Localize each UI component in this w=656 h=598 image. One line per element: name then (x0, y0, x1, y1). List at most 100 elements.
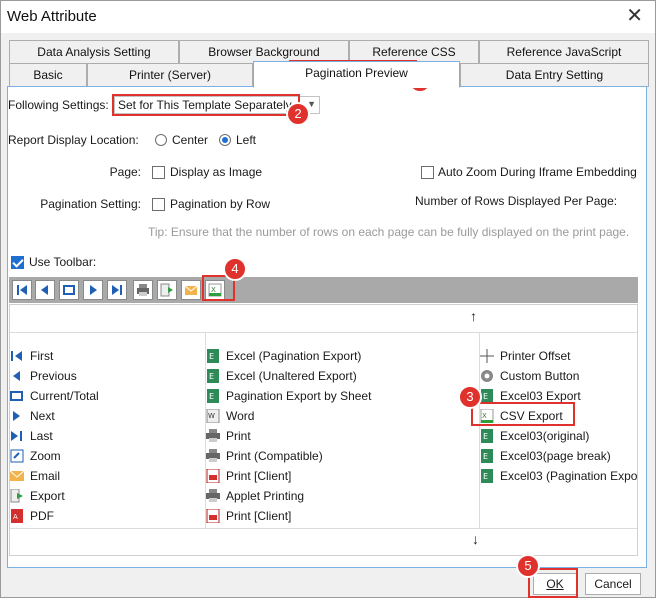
list-item-next[interactable]: Next (10, 406, 198, 426)
display-as-image-label: Display as Image (170, 165, 263, 179)
list-item-word[interactable]: W Word (206, 406, 476, 426)
tab-data-entry-setting[interactable]: Data Entry Setting (460, 63, 649, 87)
list-item-label: Custom Button (500, 369, 580, 383)
list-item-excel03-page-break[interactable]: E Excel03(page break) (480, 446, 638, 466)
left-label: Left (236, 133, 257, 147)
excel-icon: E (207, 369, 219, 383)
list-item-print[interactable]: Print (206, 426, 476, 446)
export-icon (10, 489, 23, 503)
list-item-label: Print (226, 429, 251, 443)
list-item-label: Excel03(original) (500, 429, 590, 443)
list-item-print-client-2[interactable]: Print [Client] (206, 506, 476, 526)
svg-text:E: E (209, 372, 214, 381)
list-item-label: First (30, 349, 54, 363)
rows-per-page-label: Number of Rows Displayed Per Page: (415, 194, 618, 208)
cancel-button[interactable]: Cancel (585, 573, 641, 595)
callout-box-2 (112, 94, 300, 116)
tab-basic[interactable]: Basic (9, 63, 87, 87)
excel-icon: E (481, 429, 493, 443)
list-item-pdf[interactable]: A PDF (10, 506, 198, 526)
use-toolbar-checkbox[interactable] (11, 256, 24, 269)
auto-zoom-label: Auto Zoom During Iframe Embedding (438, 165, 637, 179)
tab-printer-server[interactable]: Printer (Server) (87, 63, 253, 87)
pagination-by-row-checkbox[interactable] (152, 198, 165, 211)
list-item-label: Printer Offset (500, 349, 571, 363)
email-icon[interactable] (181, 280, 201, 300)
zoom-icon (10, 449, 24, 463)
tip-text: Tip: Ensure that the number of rows on e… (148, 225, 630, 239)
tab-pagination-preview[interactable]: Pagination Preview (253, 61, 460, 88)
toolbar-preview: X (9, 277, 638, 303)
pdf-icon: A (11, 509, 23, 523)
list-item-label: Applet Printing (226, 489, 305, 503)
list-item-excel03-pagination-export[interactable]: E Excel03 (Pagination Expo (480, 466, 638, 486)
list-item-applet-printing[interactable]: Applet Printing (206, 486, 476, 506)
left-radio[interactable] (219, 134, 231, 146)
list-item-label: Current/Total (30, 389, 99, 403)
pagination-setting-label: Pagination Setting: (40, 197, 141, 211)
list-item-printer-offset[interactable]: Printer Offset (480, 346, 638, 366)
callout-badge-3: 3 (458, 385, 482, 409)
list-item-label: Excel03 Export (500, 389, 581, 403)
excel-icon: E (481, 389, 493, 403)
list-item-print-client[interactable]: Print [Client] (206, 466, 476, 486)
close-icon[interactable]: ✕ (626, 5, 643, 27)
export-icon[interactable] (157, 280, 177, 300)
previous-page-icon (13, 371, 20, 381)
list-item-label: Excel03(page break) (500, 449, 611, 463)
list-item-label: Last (30, 429, 53, 443)
display-as-image-checkbox[interactable] (152, 166, 165, 179)
auto-zoom-checkbox[interactable] (421, 166, 434, 179)
list-item-last[interactable]: Last (10, 426, 198, 446)
callout-badge-5: 5 (516, 554, 540, 578)
gear-icon (481, 370, 493, 382)
svg-text:A: A (13, 513, 18, 521)
arrow-down-icon[interactable]: ↓ (472, 531, 479, 547)
list-item-excel-unaltered-export[interactable]: E Excel (Unaltered Export) (206, 366, 476, 386)
svg-text:E: E (209, 352, 214, 361)
list-item-excel03-original[interactable]: E Excel03(original) (480, 426, 638, 446)
use-toolbar-label: Use Toolbar: (29, 255, 97, 269)
svg-text:E: E (483, 392, 488, 401)
following-settings-label: Following Settings: (8, 98, 109, 112)
list-item-label: Email (30, 469, 61, 483)
list-item-label: PDF (30, 509, 54, 523)
list-item-label: Print [Client] (226, 469, 292, 483)
next-page-icon[interactable] (83, 280, 103, 300)
last-page-icon[interactable] (107, 280, 127, 300)
svg-text:E: E (209, 392, 214, 401)
list-item-excel-pagination-export[interactable]: E Excel (Pagination Export) (206, 346, 476, 366)
list-item-email[interactable]: Email (10, 466, 198, 486)
svg-text:E: E (483, 432, 488, 441)
list-item-print-compatible[interactable]: Print (Compatible) (206, 446, 476, 466)
print-icon (206, 449, 220, 462)
list-item-current-total[interactable]: Current/Total (10, 386, 198, 406)
tab-data-analysis-setting[interactable]: Data Analysis Setting (9, 40, 179, 64)
current-total-icon[interactable] (59, 280, 79, 300)
print-icon[interactable] (133, 280, 153, 300)
web-attribute-dialog: Web Attribute ✕ Data Analysis Setting Br… (0, 0, 656, 598)
list-item-label: Excel03 (Pagination Expo (500, 469, 638, 483)
print-icon (206, 489, 220, 502)
tab-reference-javascript[interactable]: Reference JavaScript (479, 40, 649, 64)
list-item-first[interactable]: First (10, 346, 198, 366)
list-item-export[interactable]: Export (10, 486, 198, 506)
list-item-custom-button[interactable]: Custom Button (480, 366, 638, 386)
center-radio[interactable] (155, 134, 167, 146)
callout-badge-2: 2 (286, 102, 310, 126)
arrow-up-icon[interactable]: ↑ (470, 308, 477, 324)
email-icon (10, 470, 24, 481)
previous-page-icon[interactable] (35, 280, 55, 300)
next-page-icon (13, 411, 20, 421)
first-page-icon[interactable] (12, 280, 32, 300)
callout-box-3 (471, 402, 575, 426)
first-page-icon (11, 351, 22, 361)
pagination-by-row-label: Pagination by Row (170, 197, 271, 211)
list-item-previous[interactable]: Previous (10, 366, 198, 386)
list-item-pagination-export-by-sheet[interactable]: E Pagination Export by Sheet (206, 386, 476, 406)
title-bar: Web Attribute ✕ (1, 1, 655, 33)
display-location-label: Report Display Location: (8, 133, 139, 147)
center-label: Center (172, 133, 209, 147)
list-item-zoom[interactable]: Zoom (10, 446, 198, 466)
list-item-label: Excel (Pagination Export) (226, 349, 362, 363)
